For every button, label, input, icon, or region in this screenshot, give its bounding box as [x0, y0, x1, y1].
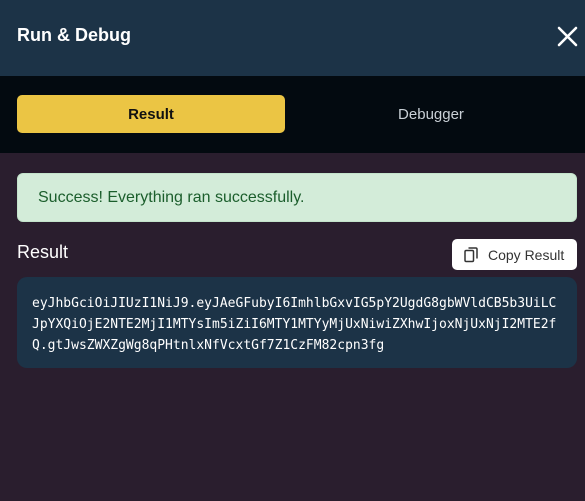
tab-bar: Result Debugger — [0, 76, 585, 153]
header: Run & Debug — [0, 0, 585, 76]
result-token: eyJhbGciOiJIUzI1NiJ9.eyJAeGFubyI6ImhlbGx… — [32, 296, 557, 353]
success-message: Success! Everything ran successfully. — [38, 188, 305, 206]
tab-debugger[interactable]: Debugger — [297, 95, 565, 133]
copy-icon — [464, 246, 478, 262]
result-heading: Result — [17, 242, 69, 262]
success-alert: Success! Everything ran successfully. — [17, 173, 577, 222]
close-icon[interactable] — [555, 24, 580, 49]
close-button[interactable] — [555, 24, 580, 49]
copy-result-button[interactable]: Copy Result — [452, 239, 577, 270]
page-title: Run & Debug — [17, 25, 131, 45]
result-output: eyJhbGciOiJIUzI1NiJ9.eyJAeGFubyI6ImhlbGx… — [17, 277, 577, 368]
copy-result-label: Copy Result — [488, 246, 565, 263]
tab-result[interactable]: Result — [17, 95, 285, 133]
